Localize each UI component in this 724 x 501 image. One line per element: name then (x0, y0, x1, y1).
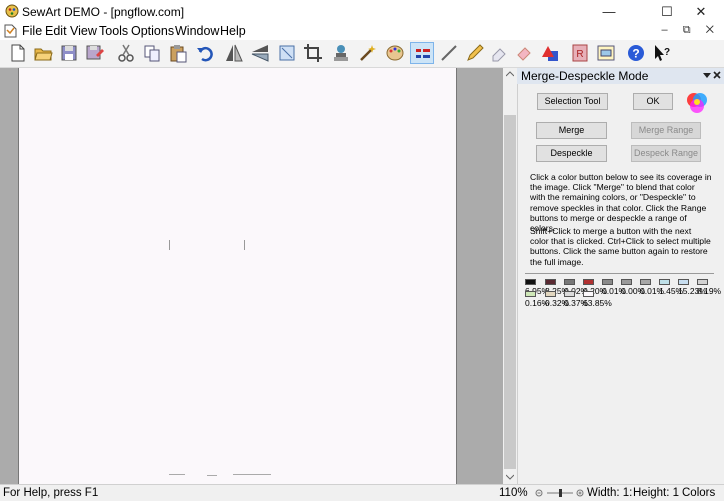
canvas-speck (169, 240, 170, 250)
color-button[interactable] (621, 279, 632, 285)
panel-close-icon[interactable] (713, 71, 721, 79)
sew-icon[interactable]: R (570, 43, 590, 63)
image-width: Width: 1: (587, 487, 633, 499)
despeck-range-button[interactable]: Despeck Range (631, 145, 701, 162)
panel-dropdown-icon[interactable] (703, 73, 711, 79)
scrollbar-thumb[interactable] (504, 115, 516, 469)
menu-window[interactable]: Window (175, 24, 219, 38)
instructions-text: Click a color button below to see its co… (530, 172, 712, 234)
open-folder-icon[interactable] (33, 43, 53, 63)
color-button[interactable] (583, 279, 594, 285)
menu-view[interactable]: View (70, 24, 97, 38)
status-help-text: For Help, press F1 (3, 487, 99, 499)
merge-mode-button[interactable] (410, 42, 434, 64)
menu-bar: File Edit View Tools Options Window Help… (0, 23, 724, 40)
despeckle-button[interactable]: Despeckle (536, 145, 607, 162)
resize-icon[interactable] (277, 43, 297, 63)
menu-edit[interactable]: Edit (45, 24, 67, 38)
copy-icon[interactable] (142, 43, 162, 63)
color-coverage-percent: 8.19% (697, 286, 722, 296)
color-count: Colors (682, 487, 716, 499)
svg-text:?: ? (664, 47, 670, 58)
color-coverage-percent: 63.85% (583, 298, 612, 308)
ok-button[interactable]: OK (633, 93, 673, 110)
canvas-speck (244, 240, 245, 250)
color-button[interactable] (602, 279, 613, 285)
eraser-icon[interactable] (489, 43, 509, 63)
color-button[interactable] (583, 291, 594, 297)
context-help-icon[interactable]: ? (652, 43, 672, 63)
svg-text:?: ? (632, 47, 639, 61)
canvas-speck (207, 475, 217, 476)
color-button[interactable] (564, 279, 575, 285)
color-fill-icon[interactable] (514, 43, 534, 63)
paste-icon[interactable] (168, 43, 188, 63)
panel-separator (525, 273, 714, 274)
status-bar: For Help, press F1 110% Width: 1: Height… (0, 484, 724, 501)
scroll-down-icon[interactable] (506, 474, 514, 480)
color-button[interactable] (678, 279, 689, 285)
document-icon[interactable] (4, 24, 17, 38)
color-button[interactable] (545, 291, 556, 297)
window-title: SewArt DEMO - [pngflow.com] (22, 5, 185, 19)
color-button[interactable] (545, 279, 556, 285)
line-tool-icon[interactable] (439, 43, 459, 63)
merge-range-button[interactable]: Merge Range (631, 122, 701, 139)
panel-title: Merge-Despeckle Mode (521, 69, 649, 83)
save-as-icon[interactable] (85, 43, 105, 63)
merge-mode-icon (416, 49, 430, 58)
instructions-shortcuts-text: Shift+Click to merge a button with the n… (530, 226, 711, 267)
export-icon[interactable] (596, 43, 616, 63)
cut-icon[interactable] (116, 43, 136, 63)
save-icon[interactable] (59, 43, 79, 63)
color-button[interactable] (525, 291, 536, 297)
color-button[interactable] (697, 279, 708, 285)
flip-vertical-icon[interactable] (224, 43, 244, 63)
canvas-speck (169, 474, 185, 475)
menu-help[interactable]: Help (220, 24, 246, 38)
toolbar: R ? ? (0, 40, 724, 68)
scroll-up-icon[interactable] (506, 71, 514, 77)
color-button[interactable] (564, 291, 575, 297)
selection-tool-button[interactable]: Selection Tool (537, 93, 608, 110)
color-wheel-icon[interactable] (684, 90, 710, 116)
minimize-button[interactable]: — (586, 0, 632, 23)
help-icon[interactable]: ? (626, 43, 646, 63)
shapes-icon[interactable] (540, 43, 560, 63)
sewart-app-icon (5, 4, 19, 18)
image-canvas[interactable] (18, 68, 457, 484)
mdi-window-controls[interactable]: – ⧉ ✕ (662, 24, 720, 37)
title-bar: SewArt DEMO - [pngflow.com] — ☐ ✕ (0, 0, 724, 23)
close-button[interactable]: ✕ (678, 0, 724, 23)
menu-file[interactable]: File (22, 24, 42, 38)
menu-options[interactable]: Options (131, 24, 174, 38)
merge-button[interactable]: Merge (536, 122, 607, 139)
stamp-icon[interactable] (331, 43, 351, 63)
magic-wand-icon[interactable] (358, 43, 378, 63)
color-button[interactable] (659, 279, 670, 285)
undo-icon[interactable] (195, 43, 215, 63)
color-button[interactable] (525, 279, 536, 285)
zoom-slider[interactable] (535, 488, 585, 498)
color-button[interactable] (640, 279, 651, 285)
crop-icon[interactable] (303, 43, 323, 63)
menu-tools[interactable]: Tools (99, 24, 128, 38)
new-file-icon[interactable] (8, 43, 28, 63)
image-height: Height: 1 (633, 487, 680, 499)
pencil-icon[interactable] (465, 43, 485, 63)
canvas-speck (233, 474, 271, 475)
flip-horizontal-icon[interactable] (250, 43, 270, 63)
vertical-scrollbar[interactable] (503, 68, 517, 484)
palette-icon[interactable] (385, 43, 405, 63)
zoom-level: 110% (499, 487, 528, 499)
svg-text:R: R (576, 49, 583, 60)
